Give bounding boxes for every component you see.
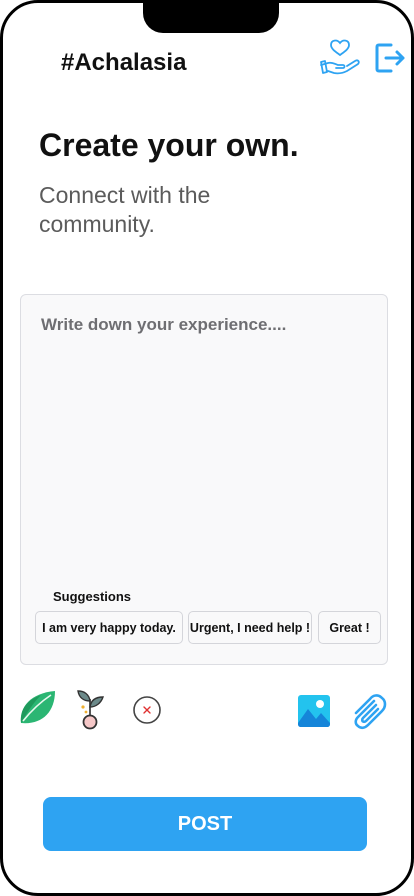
page-subtitle: Connect with the community. [39,182,211,237]
composer-card: Suggestions I am very happy today. Urgen… [20,294,388,665]
hashtag-title: #Achalasia [61,49,187,76]
leaf-icon[interactable] [17,687,59,727]
suggestion-chip-urgent[interactable]: Urgent, I need help ! [188,611,312,644]
suggestion-chip-great[interactable]: Great ! [318,611,381,644]
image-icon[interactable] [296,693,332,729]
donate-heart-hand-icon[interactable] [319,37,361,77]
experience-input[interactable] [41,315,371,575]
device-notch [143,3,279,33]
logout-icon[interactable] [373,41,407,75]
phone-frame: #Achalasia Create your own. Connect with… [0,0,414,896]
post-button[interactable]: POST [43,797,367,851]
page-title: Create your own. [39,127,299,163]
suggestions-label: Suggestions [53,589,132,604]
sprout-icon[interactable] [73,687,107,731]
paperclip-icon[interactable] [347,693,387,731]
close-circle-icon[interactable] [132,695,162,725]
suggestion-chip-happy[interactable]: I am very happy today. [35,611,183,644]
